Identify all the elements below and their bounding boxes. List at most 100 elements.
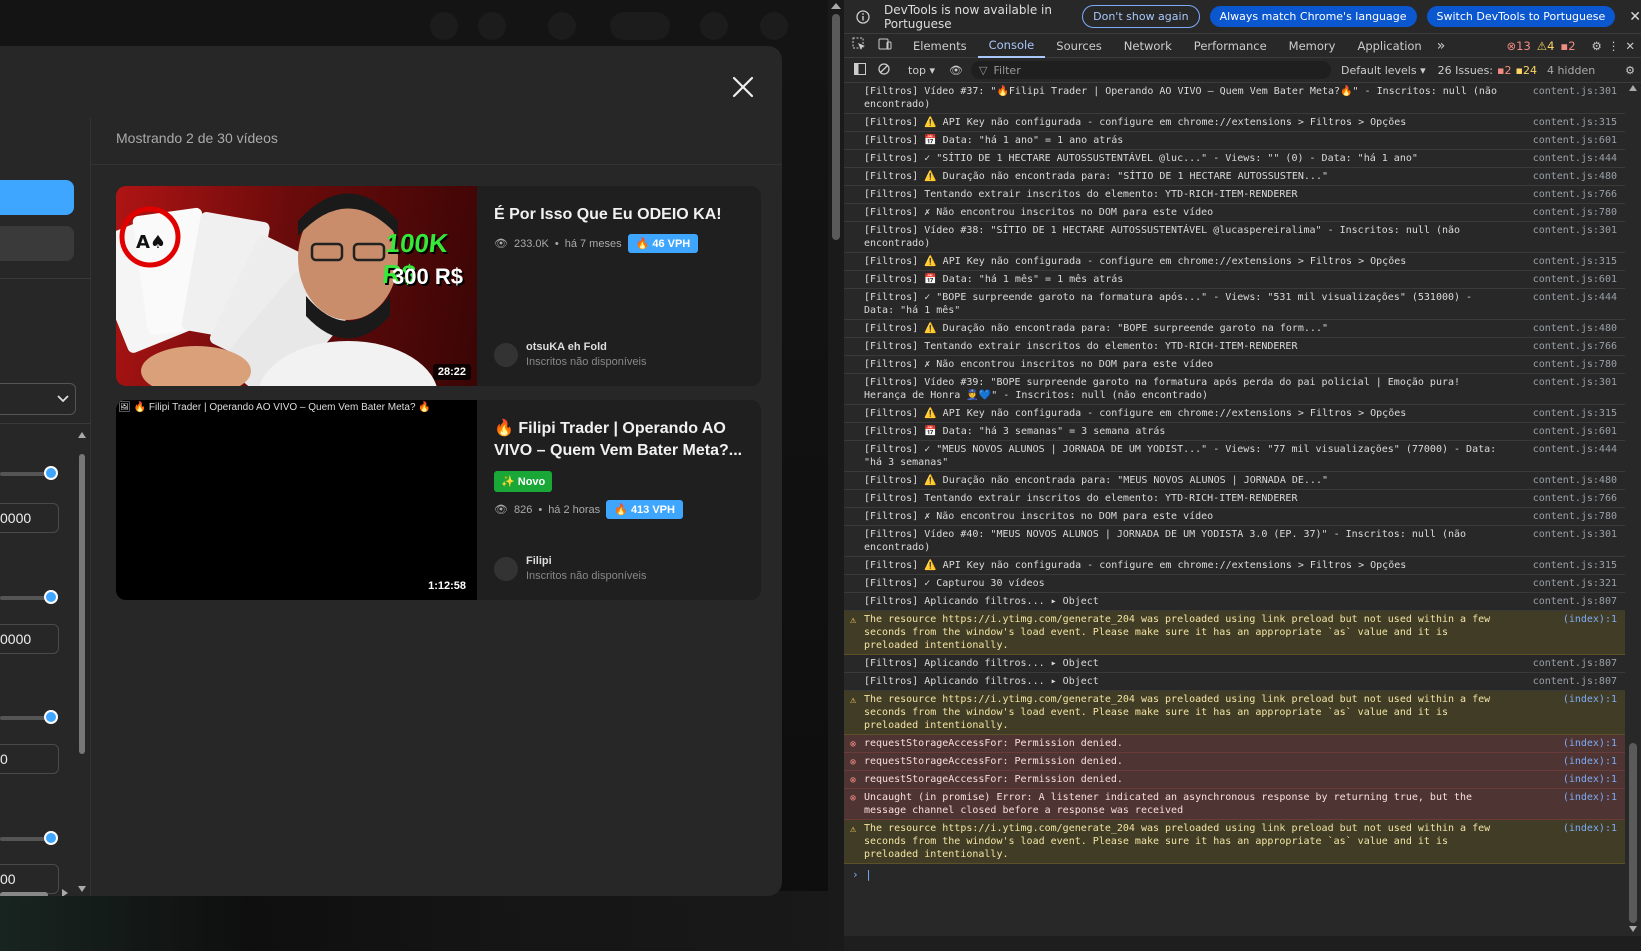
horizontal-scroll-thumb[interactable] [0,892,48,896]
log-source-link[interactable]: content.js:780 [1533,358,1617,371]
switch-language-button[interactable]: Switch DevTools to Portuguese [1426,6,1616,27]
scroll-thumb[interactable] [832,14,840,240]
apply-filters-button[interactable] [0,180,74,215]
tab-console[interactable]: Console [977,34,1046,58]
console-settings-icon[interactable]: ⚙ [1625,64,1635,77]
log-source-link[interactable]: content.js:315 [1533,116,1617,129]
close-devtools-icon[interactable]: ✕ [1625,39,1635,53]
more-tabs-icon[interactable]: » [1433,38,1450,54]
console-warning-row: ⚠ The resource https://i.ytimg.com/genera… [844,611,1625,655]
log-source-link[interactable]: content.js:780 [1533,510,1617,523]
video-card[interactable]: A♠ 100K R$ 300 R$ 28:22 É Por Isso Que E… [116,186,761,386]
sidebar-toggle-icon[interactable] [854,62,866,78]
video-title[interactable]: 🔥 Filipi Trader | Operando AO VIVO – Que… [494,418,749,462]
log-source-link[interactable]: content.js:301 [1533,224,1617,237]
tab-memory[interactable]: Memory [1278,34,1347,58]
tab-sources[interactable]: Sources [1045,34,1113,58]
log-source-link[interactable]: content.js:301 [1533,376,1617,389]
log-source-link[interactable]: content.js:315 [1533,559,1617,572]
console-scrollbar[interactable] [1625,83,1641,936]
console-log[interactable]: [Filtros] Vídeo #37: "🔥Filipi Trader | O… [844,83,1625,936]
log-source-link[interactable]: (index):1 [1563,613,1617,626]
issues-warning-count: ▪24 [1515,63,1537,77]
log-source-link[interactable]: content.js:444 [1533,291,1617,304]
log-source-link[interactable]: content.js:315 [1533,407,1617,420]
warning-icon: ⚠ [850,824,857,835]
sidebar-scrollbar[interactable] [78,430,86,896]
max-value-input[interactable]: 0000 [0,624,59,654]
console-filter-input[interactable]: ▽ Filter [971,61,1332,79]
log-source-link[interactable]: content.js:480 [1533,170,1617,183]
log-source-link[interactable]: content.js:315 [1533,255,1617,268]
gear-icon[interactable]: ⚙ [1592,39,1602,53]
console-log-row: [Filtros] Tentando extrair inscritos do … [844,338,1625,356]
device-toolbar-icon[interactable] [878,37,902,54]
eye-icon[interactable]: 👁 [949,64,963,77]
slider-handle[interactable] [44,590,58,604]
log-source-link[interactable]: content.js:601 [1533,425,1617,438]
status-badges[interactable]: ⊗13 ⚠4 ▪2 ⚙ ⋮ ✕ [1507,39,1641,53]
log-source-link[interactable]: (index):1 [1563,737,1617,750]
min-value-input[interactable]: 0000 [0,503,59,533]
issues-error-count: ▪2 [1497,63,1512,77]
scroll-thumb[interactable] [79,454,85,754]
console-log-row: [Filtros] Vídeo #37: "🔥Filipi Trader | O… [844,83,1625,114]
log-source-link[interactable]: (index):1 [1563,755,1617,768]
slider-handle[interactable] [44,466,58,480]
issues-counter[interactable]: 26 Issues: ▪2 ▪24 [1438,64,1537,77]
filter-scroll-area[interactable]: 0000 0000 0 00 [0,430,91,896]
dont-show-again-button[interactable]: Don't show again [1082,5,1200,28]
log-source-link[interactable]: (index):1 [1563,791,1617,804]
slider-handle[interactable] [44,710,58,724]
log-source-link[interactable]: (index):1 [1563,693,1617,706]
log-source-link[interactable]: content.js:766 [1533,188,1617,201]
video-title[interactable]: É Por Isso Que Eu ODEIO KA! [494,204,749,226]
log-message: [Filtros] Vídeo #39: "BOPE surpreende ga… [864,377,1467,401]
sort-select[interactable] [0,383,76,415]
log-source-link[interactable]: (index):1 [1563,822,1617,835]
console-prompt[interactable]: › | [844,868,1625,886]
close-button[interactable] [720,64,766,110]
clear-console-icon[interactable] [878,62,890,78]
log-source-link[interactable]: content.js:807 [1533,675,1617,688]
log-levels-dropdown[interactable]: Default levels ▾ [1341,64,1426,77]
log-source-link[interactable]: content.js:780 [1533,206,1617,219]
log-source-link[interactable]: content.js:480 [1533,322,1617,335]
log-message: [Filtros] 📅 Data: "há 1 mês" = 1 mês atr… [864,274,1124,285]
video-thumbnail[interactable]: A♠ 100K R$ 300 R$ 28:22 [116,186,477,386]
log-message: [Filtros] ⚠️ API Key não configurada - c… [864,408,1407,419]
tab-application[interactable]: Application [1346,34,1432,58]
min-duration-input[interactable]: 0 [0,744,59,774]
inspect-element-icon[interactable] [852,37,872,54]
video-thumbnail[interactable]: 🖼 🔥 Filipi Trader | Operando AO VIVO – Q… [116,400,477,600]
more-options-icon[interactable]: ⋮ [1608,39,1620,53]
channel-info[interactable]: Filipi Inscritos não disponíveis [494,555,646,582]
log-source-link[interactable]: content.js:601 [1533,134,1617,147]
tab-performance[interactable]: Performance [1183,34,1278,58]
video-card[interactable]: 🖼 🔥 Filipi Trader | Operando AO VIVO – Q… [116,400,761,600]
tab-network[interactable]: Network [1113,34,1183,58]
log-source-link[interactable]: content.js:766 [1533,340,1617,353]
log-source-link[interactable]: content.js:601 [1533,273,1617,286]
always-match-language-button[interactable]: Always match Chrome's language [1209,6,1417,27]
log-source-link[interactable]: content.js:301 [1533,85,1617,98]
slider-handle[interactable] [44,831,58,845]
reset-filters-button[interactable] [0,226,74,261]
log-source-link[interactable]: content.js:807 [1533,595,1617,608]
log-source-link[interactable]: content.js:807 [1533,657,1617,670]
context-selector[interactable]: top ▾ [908,64,935,77]
log-source-link[interactable]: content.js:480 [1533,474,1617,487]
log-source-link[interactable]: content.js:444 [1533,152,1617,165]
vph-badge: 🔥 46 VPH [627,234,699,253]
log-source-link[interactable]: (index):1 [1563,773,1617,786]
scroll-thumb[interactable] [1629,743,1637,923]
close-icon[interactable]: ✕ [1629,9,1641,25]
channel-info[interactable]: otsuKA eh Fold Inscritos não disponíveis [494,341,646,368]
tab-elements[interactable]: Elements [902,34,978,58]
log-source-link[interactable]: content.js:301 [1533,528,1617,541]
log-source-link[interactable]: content.js:766 [1533,492,1617,505]
log-source-link[interactable]: content.js:444 [1533,443,1617,456]
log-source-link[interactable]: content.js:321 [1533,577,1617,590]
page-scrollbar[interactable] [828,0,844,951]
max-duration-input[interactable]: 00 [0,864,59,894]
